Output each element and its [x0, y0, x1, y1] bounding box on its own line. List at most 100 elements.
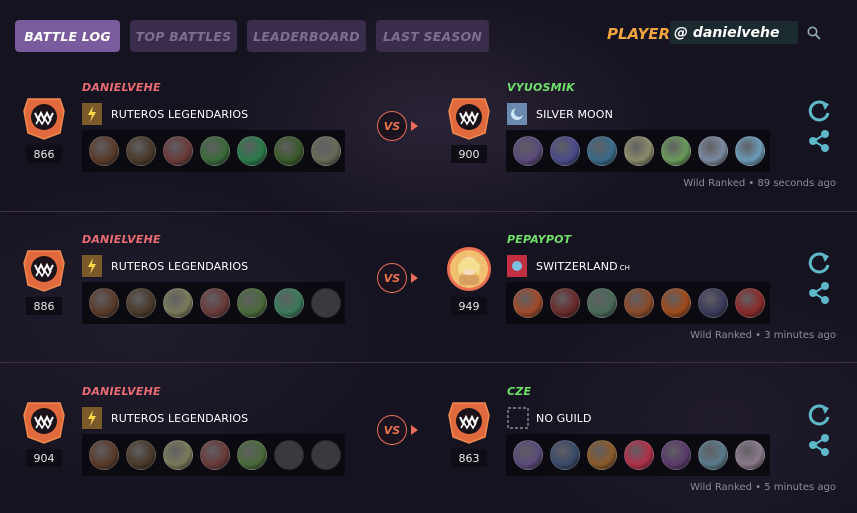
- player-name[interactable]: DANIELVEHE: [82, 385, 161, 398]
- card-icon[interactable]: [513, 440, 543, 470]
- card-icon[interactable]: [550, 136, 580, 166]
- card-icon[interactable]: [163, 440, 193, 470]
- battle-meta: Wild Ranked • 3 minutes ago: [690, 330, 836, 341]
- guild-name[interactable]: NO GUILD: [536, 412, 592, 425]
- card-icon[interactable]: [163, 136, 193, 166]
- card-icon[interactable]: [126, 136, 156, 166]
- team-cards: [82, 130, 345, 172]
- team-cards: [82, 282, 345, 324]
- vs-badge: VS: [377, 111, 407, 141]
- rating-value: 904: [26, 449, 62, 467]
- portrait-avatar-icon: [445, 245, 493, 293]
- team-cards: [82, 434, 345, 476]
- player-name[interactable]: DANIELVEHE: [82, 233, 161, 246]
- card-icon[interactable]: [237, 440, 267, 470]
- monster-emblem-icon: [445, 93, 493, 141]
- card-icon[interactable]: [661, 288, 691, 318]
- card-icon[interactable]: [200, 440, 230, 470]
- guild-name[interactable]: SILVER MOON: [536, 108, 613, 121]
- card-icon[interactable]: [624, 440, 654, 470]
- guild-name-text: RUTEROS LEGENDARIOS: [111, 412, 249, 425]
- guild-name[interactable]: RUTEROS LEGENDARIOS: [111, 260, 248, 273]
- player-name[interactable]: DANIELVEHE: [82, 81, 161, 94]
- monster-emblem-icon: [20, 397, 68, 445]
- team-cards: [506, 130, 770, 172]
- guild-name-text: RUTEROS LEGENDARIOS: [111, 108, 249, 121]
- divider: [0, 362, 857, 363]
- card-icon[interactable]: [237, 288, 267, 318]
- guild-name[interactable]: RUTEROS LEGENDARIOS: [111, 412, 248, 425]
- card-icon[interactable]: [587, 440, 617, 470]
- card-icon[interactable]: [200, 288, 230, 318]
- tab-top-battles[interactable]: TOP BATTLES: [130, 20, 237, 52]
- card-icon[interactable]: [89, 288, 119, 318]
- rating-value: 949: [451, 297, 487, 315]
- card-icon[interactable]: [311, 136, 341, 166]
- divider: [0, 211, 857, 212]
- card-icon[interactable]: [587, 288, 617, 318]
- card-icon[interactable]: [126, 440, 156, 470]
- empty-card-slot: [274, 440, 304, 470]
- monster-emblem-icon: [20, 93, 68, 141]
- replay-icon[interactable]: [806, 250, 832, 276]
- moon-banner-icon: [507, 103, 527, 125]
- guild-name-text: SWITZERLAND: [536, 260, 618, 273]
- card-icon[interactable]: [735, 440, 765, 470]
- card-icon[interactable]: [735, 136, 765, 166]
- card-icon[interactable]: [624, 288, 654, 318]
- card-icon[interactable]: [513, 288, 543, 318]
- guild-name[interactable]: RUTEROS LEGENDARIOS: [111, 108, 248, 121]
- vs-badge: VS: [377, 415, 407, 445]
- card-icon[interactable]: [200, 136, 230, 166]
- card-icon[interactable]: [550, 288, 580, 318]
- card-icon[interactable]: [735, 288, 765, 318]
- battle-meta: Wild Ranked • 5 minutes ago: [690, 482, 836, 493]
- share-icon[interactable]: [806, 280, 832, 306]
- player-name[interactable]: CZE: [507, 385, 531, 398]
- player-name[interactable]: VYUOSMIK: [507, 81, 575, 94]
- tab-battle-log[interactable]: BATTLE LOG: [15, 20, 120, 52]
- arrow-icon: [411, 425, 418, 435]
- card-icon[interactable]: [661, 440, 691, 470]
- card-icon[interactable]: [698, 440, 728, 470]
- replay-icon[interactable]: [806, 98, 832, 124]
- card-icon[interactable]: [126, 288, 156, 318]
- rating-value: 886: [26, 297, 62, 315]
- arrow-icon: [411, 273, 418, 283]
- rating-value: 866: [26, 145, 62, 163]
- card-icon[interactable]: [698, 136, 728, 166]
- card-icon[interactable]: [550, 440, 580, 470]
- card-icon[interactable]: [89, 136, 119, 166]
- share-icon[interactable]: [806, 128, 832, 154]
- guild-name-text: RUTEROS LEGENDARIOS: [111, 260, 249, 273]
- player-name[interactable]: PEPAYPOT: [507, 233, 571, 246]
- guild-name-text: NO GUILD: [536, 412, 592, 425]
- card-icon[interactable]: [89, 440, 119, 470]
- card-icon[interactable]: [163, 288, 193, 318]
- replay-icon[interactable]: [806, 402, 832, 428]
- lightning-banner-icon: [82, 407, 102, 429]
- team-cards: [506, 434, 770, 476]
- card-icon[interactable]: [698, 288, 728, 318]
- card-icon[interactable]: [274, 136, 304, 166]
- monster-emblem-icon: [20, 245, 68, 293]
- empty-card-slot: [311, 288, 341, 318]
- card-icon[interactable]: [274, 288, 304, 318]
- guild-name[interactable]: SWITZERLAND CH: [536, 260, 630, 273]
- tab-last-season[interactable]: LAST SEASON: [376, 20, 489, 52]
- card-icon[interactable]: [624, 136, 654, 166]
- share-icon[interactable]: [806, 432, 832, 458]
- lightning-banner-icon: [82, 103, 102, 125]
- card-icon[interactable]: [513, 136, 543, 166]
- card-icon[interactable]: [587, 136, 617, 166]
- lightning-banner-icon: [82, 255, 102, 277]
- tab-leaderboard[interactable]: LEADERBOARD: [247, 20, 366, 52]
- card-icon[interactable]: [237, 136, 267, 166]
- player-label: PLAYER:: [607, 25, 677, 43]
- team-cards: [506, 282, 770, 324]
- search-icon[interactable]: [806, 25, 822, 41]
- player-search-input[interactable]: @ danielvehe: [670, 21, 798, 44]
- arrow-icon: [411, 121, 418, 131]
- rating-value: 863: [451, 449, 487, 467]
- card-icon[interactable]: [661, 136, 691, 166]
